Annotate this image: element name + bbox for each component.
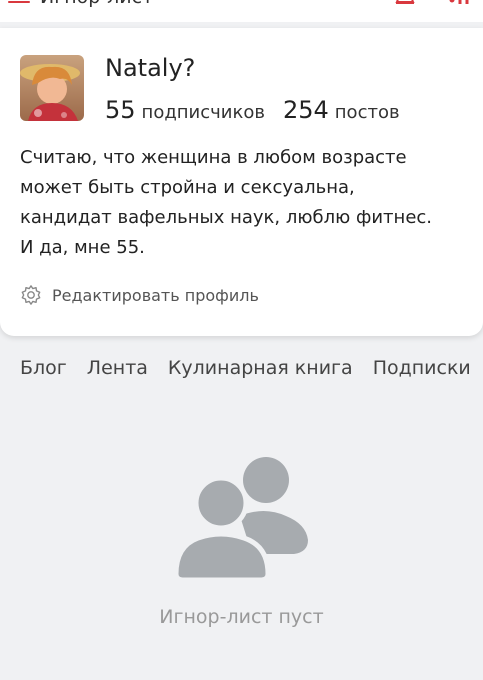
more-icon[interactable] (446, 0, 472, 8)
tab-feed[interactable]: Лента (87, 357, 148, 379)
avatar[interactable] (20, 55, 84, 121)
profile-stats: 55 подписчиков 254 постов (105, 96, 400, 124)
tab-cookbook[interactable]: Кулинарная книга (168, 357, 353, 379)
followers-count[interactable]: 55 (105, 96, 136, 124)
empty-state-text: Игнор-лист пуст (159, 606, 324, 628)
edit-profile-button[interactable]: Редактировать профиль (20, 283, 259, 307)
gear-icon (21, 285, 41, 305)
followers-label[interactable]: подписчиков (142, 102, 265, 123)
profile-card: Nataly? 55 подписчиков 254 постов Считаю, ч… (0, 28, 483, 336)
posts-label[interactable]: постов (335, 102, 400, 123)
profile-bio: Считаю, что женщина в любом возрасте мож… (20, 147, 433, 258)
users-icon (174, 457, 308, 582)
tab-subscriptions[interactable]: Подписки (373, 357, 471, 379)
edit-profile-label: Редактировать профиль (52, 285, 259, 305)
bell-icon[interactable] (393, 0, 417, 8)
tab-blog[interactable]: Блог (20, 357, 67, 379)
username: Nataly? (105, 54, 196, 82)
posts-count[interactable]: 254 (283, 96, 329, 124)
hamburger-icon[interactable] (8, 0, 30, 6)
page-title: Игнор-лист (40, 0, 153, 8)
profile-tabs: Блог Лента Кулинарная книга Подписки (20, 357, 471, 379)
top-bar: Игнор-лист (0, 0, 483, 22)
